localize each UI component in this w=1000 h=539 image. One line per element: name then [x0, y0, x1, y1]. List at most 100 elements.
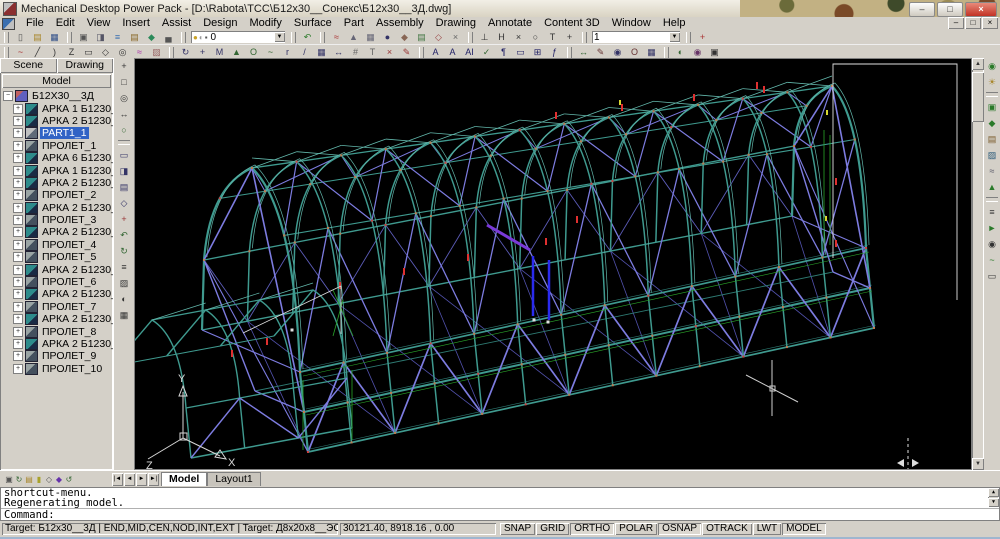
tree-item[interactable]: +АРКА 6 Б1230_1: [0, 152, 113, 164]
expand-icon[interactable]: +: [13, 227, 23, 237]
scroll-up-icon[interactable]: ▲: [988, 488, 999, 497]
save-icon[interactable]: ▦: [46, 31, 63, 44]
tree-item[interactable]: +АРКА 2 Б1230_1: [0, 115, 113, 127]
expand-icon[interactable]: +: [13, 327, 23, 337]
expand-icon[interactable]: +: [13, 240, 23, 250]
redraw-icon[interactable]: ↻: [116, 244, 132, 258]
toolbar-grip[interactable]: [664, 47, 669, 58]
chamfer-icon[interactable]: /: [296, 46, 313, 59]
undo-icon[interactable]: ↶: [299, 31, 316, 44]
scroll-down-icon[interactable]: ▼: [988, 498, 999, 507]
mdi-minimize-button[interactable]: ‒: [948, 17, 964, 29]
extrude-icon[interactable]: ▲: [228, 46, 245, 59]
regen-icon[interactable]: ≡: [116, 260, 132, 274]
expand-icon[interactable]: +: [13, 265, 23, 275]
toolbar-grip[interactable]: [169, 47, 174, 58]
paste-icon[interactable]: ▤: [126, 31, 143, 44]
browser-tab-scene[interactable]: Scene: [0, 58, 57, 73]
shade-icon[interactable]: ◐: [672, 46, 689, 59]
menu-edit[interactable]: Edit: [50, 17, 81, 30]
orbit-icon[interactable]: ○: [116, 123, 132, 137]
update-part-icon[interactable]: ↻: [14, 473, 24, 486]
rotate-icon[interactable]: ↻: [177, 46, 194, 59]
new-icon[interactable]: ▯: [12, 31, 29, 44]
expand-icon[interactable]: +: [13, 203, 23, 213]
move-icon[interactable]: +: [194, 46, 211, 59]
update-view-icon[interactable]: ↺: [64, 473, 74, 486]
tree-item[interactable]: +АРКА 1 Б1230_2: [0, 164, 113, 176]
expand-icon[interactable]: +: [13, 153, 23, 163]
expand-icon[interactable]: +: [13, 289, 23, 299]
render-icon[interactable]: ◉: [689, 46, 706, 59]
print-icon[interactable]: ▄: [160, 31, 177, 44]
toolbar-grip[interactable]: [320, 32, 325, 43]
tab-nav-button[interactable]: ◄: [124, 473, 135, 486]
drawing-canvas[interactable]: YXZ: [134, 58, 972, 470]
tab-nav-button[interactable]: ►|: [148, 473, 159, 486]
mtext-icon[interactable]: A: [444, 46, 461, 59]
copy-icon[interactable]: ≡: [109, 31, 126, 44]
zoom-realtime-icon[interactable]: □: [116, 75, 132, 89]
revolve-icon[interactable]: O: [245, 46, 262, 59]
chevron-down-icon[interactable]: ▼: [669, 32, 680, 42]
named-views-icon[interactable]: ▭: [116, 148, 132, 162]
top-view-icon[interactable]: ▤: [116, 180, 132, 194]
mdi-close-button[interactable]: ×: [982, 17, 998, 29]
wireframe-icon[interactable]: ▦: [116, 308, 132, 322]
scroll-down-icon[interactable]: ▼: [972, 458, 984, 470]
canvas-vertical-scrollbar[interactable]: ▲ ▼: [972, 58, 984, 470]
table-icon[interactable]: ⊞: [529, 46, 546, 59]
matchprop-icon[interactable]: ◆: [143, 31, 160, 44]
toolbar-grip[interactable]: [4, 47, 9, 58]
toggle-model[interactable]: MODEL: [782, 523, 826, 535]
toolbar-grip[interactable]: [4, 32, 9, 43]
expand-icon[interactable]: +: [13, 128, 23, 138]
maximize-button[interactable]: □: [937, 2, 963, 17]
hatch-icon[interactable]: ▨: [148, 46, 165, 59]
statistics-icon[interactable]: ≡: [984, 205, 1000, 219]
draworder-icon[interactable]: ▲: [345, 31, 362, 44]
toggle-lwt[interactable]: LWT: [753, 523, 781, 535]
sweep-icon[interactable]: ~: [262, 46, 279, 59]
tree-item[interactable]: +АРКА 2 Б1230_2: [0, 177, 113, 189]
text-icon[interactable]: A: [427, 46, 444, 59]
menu-part[interactable]: Part: [338, 17, 370, 30]
expand-icon[interactable]: +: [13, 277, 23, 287]
tree-item[interactable]: +ПРОЛЕТ_5: [0, 251, 113, 263]
pan-tool-icon[interactable]: ↔: [330, 46, 347, 59]
tree-item[interactable]: +ПРОЛЕТ_10: [0, 363, 113, 375]
layer-combo[interactable]: ●◐▪0▼: [191, 31, 285, 43]
menu-file[interactable]: File: [20, 17, 50, 30]
balloon-icon[interactable]: O: [626, 46, 643, 59]
tree-item[interactable]: +АРКА 2 Б1230_8: [0, 313, 113, 325]
menu-design[interactable]: Design: [197, 17, 243, 30]
text-frame-icon[interactable]: ▭: [512, 46, 529, 59]
bom-icon[interactable]: ▦: [643, 46, 660, 59]
expand-icon[interactable]: +: [13, 116, 23, 126]
arc-icon[interactable]: ): [46, 46, 63, 59]
toggle-snap[interactable]: SNAP: [500, 523, 535, 535]
tree-item[interactable]: +АРКА 2 Б1230_4: [0, 226, 113, 238]
toggle-otrack[interactable]: OTRACK: [702, 523, 752, 535]
power-dimension-icon[interactable]: ↔: [575, 46, 592, 59]
camera-icon[interactable]: ◉: [984, 237, 1000, 251]
front-view-icon[interactable]: ◨: [116, 164, 132, 178]
fog-icon[interactable]: ≈: [984, 164, 1000, 178]
text-style-icon[interactable]: ¶: [495, 46, 512, 59]
collapse-icon[interactable]: −: [3, 91, 13, 101]
browser-model-header[interactable]: Model: [2, 74, 111, 88]
offset-icon[interactable]: ≈: [131, 46, 148, 59]
menu-modify[interactable]: Modify: [243, 17, 287, 30]
plot-icon[interactable]: ▣: [75, 31, 92, 44]
grid-tool-icon[interactable]: #: [347, 46, 364, 59]
power-edit-icon[interactable]: ✎: [592, 46, 609, 59]
command-window[interactable]: shortcut-menu. Regenerating model. ▲ ▼ C…: [0, 487, 1000, 521]
tab-model[interactable]: Model: [161, 472, 207, 486]
purge-icon[interactable]: ×: [447, 31, 464, 44]
select-icon[interactable]: +: [116, 59, 132, 73]
markup-icon[interactable]: ◇: [430, 31, 447, 44]
motion-path-icon[interactable]: ~: [984, 253, 1000, 267]
expand-icon[interactable]: +: [13, 252, 23, 262]
zoom-window-icon[interactable]: ◎: [114, 46, 131, 59]
tree-item[interactable]: +ПРОЛЕТ_7: [0, 301, 113, 313]
